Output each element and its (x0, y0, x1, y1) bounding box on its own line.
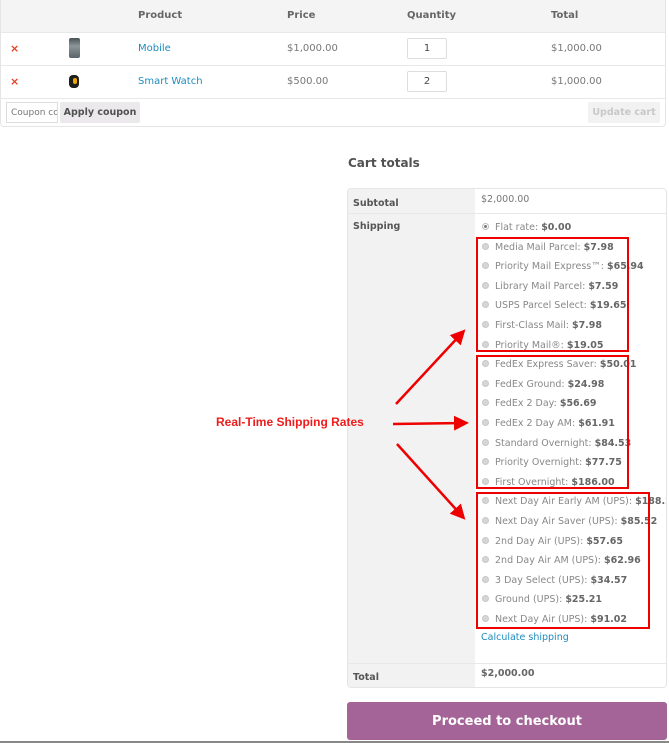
real-time-shipping-rates-annotation: Real-Time Shipping Rates (216, 415, 364, 429)
totals-label-column (348, 189, 475, 687)
apply-coupon-button[interactable]: Apply coupon (60, 102, 140, 123)
proceed-to-checkout-button[interactable]: Proceed to checkout (347, 702, 667, 740)
radio-checked-icon[interactable] (482, 223, 489, 230)
item-total: $1,000.00 (551, 76, 602, 87)
total-label: Total (353, 672, 379, 683)
cart-row: × Smart Watch $500.00 $1,000.00 (1, 65, 665, 98)
column-product: Product (138, 10, 183, 21)
shipping-option-name: Flat rate: (495, 222, 542, 233)
smart-watch-thumbnail[interactable] (69, 75, 79, 88)
shipping-label: Shipping (353, 221, 401, 232)
usps-rates-highlight (476, 237, 629, 352)
cart-actions: Apply coupon Update cart (1, 98, 665, 126)
coupon-code-input[interactable] (6, 102, 58, 123)
cart-row: × Mobile $1,000.00 $1,000.00 (1, 32, 665, 65)
column-total: Total (551, 10, 579, 21)
item-price: $500.00 (287, 76, 329, 87)
quantity-input[interactable] (407, 38, 447, 59)
quantity-input[interactable] (407, 71, 447, 92)
subtotal-label: Subtotal (353, 198, 399, 209)
divider (348, 213, 666, 214)
remove-item-icon[interactable]: × (10, 75, 19, 88)
mobile-thumbnail[interactable] (69, 38, 80, 58)
remove-item-icon[interactable]: × (10, 42, 19, 55)
cart-table: Product Price Quantity Total × Mobile $1… (0, 0, 666, 127)
update-cart-button[interactable]: Update cart (588, 102, 660, 123)
fedex-rates-highlight (476, 355, 629, 489)
shipping-option[interactable]: Flat rate: $0.00 (482, 222, 571, 233)
shipping-option-price: $0.00 (541, 222, 572, 233)
cart-totals-title: Cart totals (348, 156, 420, 170)
product-link[interactable]: Smart Watch (138, 76, 203, 87)
column-quantity: Quantity (407, 10, 456, 21)
item-total: $1,000.00 (551, 43, 602, 54)
product-link[interactable]: Mobile (138, 43, 171, 54)
total-value: $2,000.00 (481, 668, 535, 679)
divider (348, 663, 666, 664)
ups-rates-highlight (476, 492, 650, 629)
column-price: Price (287, 10, 316, 21)
cart-table-header: Product Price Quantity Total (1, 0, 665, 32)
item-price: $1,000.00 (287, 43, 338, 54)
subtotal-value: $2,000.00 (481, 194, 530, 205)
calculate-shipping-link[interactable]: Calculate shipping (481, 632, 569, 643)
